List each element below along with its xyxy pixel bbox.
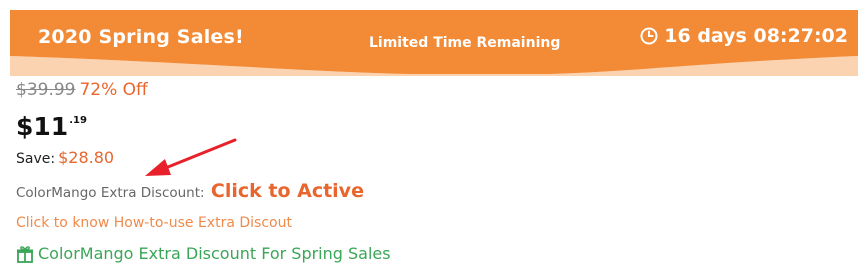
- price-main: $11: [16, 112, 69, 141]
- gift-icon: [17, 245, 33, 263]
- discount-percent: 72% Off: [79, 80, 148, 100]
- promo-link[interactable]: ColorMango Extra Discount For Spring Sal…: [16, 244, 391, 263]
- price-cents: .19: [69, 115, 87, 126]
- original-price: $39.99: [16, 80, 76, 100]
- current-price: $11.19: [16, 112, 87, 141]
- extra-discount-label: ColorMango Extra Discount:: [16, 185, 205, 201]
- banner-subtitle: Limited Time Remaining: [369, 35, 561, 51]
- banner-title: 2020 Spring Sales!: [38, 26, 244, 48]
- original-price-row: $39.99 72% Off: [16, 80, 148, 100]
- promo-link-label: ColorMango Extra Discount For Spring Sal…: [38, 244, 391, 263]
- save-amount: $28.80: [58, 148, 115, 167]
- save-label: Save:: [16, 151, 56, 167]
- savings-row: Save: $28.80: [16, 148, 114, 167]
- countdown-value: 16 days 08:27:02: [664, 25, 848, 47]
- countdown-timer: 16 days 08:27:02: [640, 25, 848, 47]
- pointer-arrow-icon: [145, 138, 237, 176]
- howto-link[interactable]: Click to know How-to-use Extra Discout: [16, 215, 292, 231]
- sale-banner: 2020 Spring Sales! Limited Time Remainin…: [10, 10, 858, 76]
- clock-icon: [640, 27, 658, 45]
